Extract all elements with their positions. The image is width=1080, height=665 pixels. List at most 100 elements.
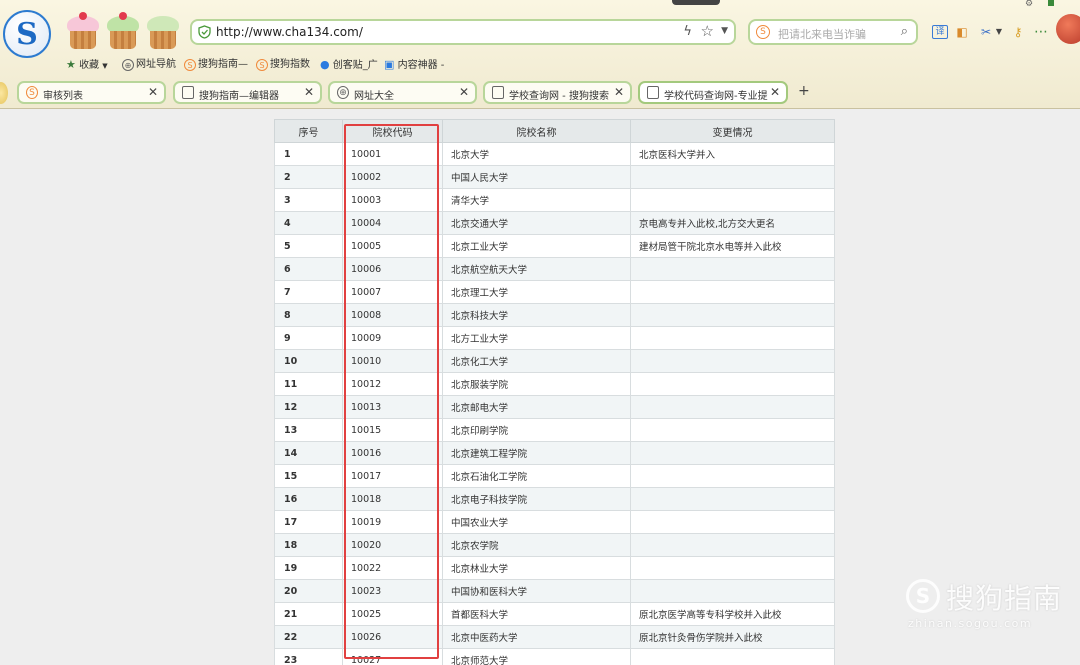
more-options-icon[interactable]: ⋯ bbox=[1033, 24, 1049, 40]
lightning-icon[interactable]: ϟ bbox=[683, 24, 692, 39]
row-index: 17 bbox=[274, 510, 343, 534]
bookmark-label: 搜狗指数 bbox=[270, 59, 310, 70]
row-index: 7 bbox=[274, 280, 343, 304]
bookmark-favorites[interactable]: ★ 收藏 ▼ bbox=[66, 57, 108, 74]
row-index: 3 bbox=[274, 188, 343, 212]
row-index: 2 bbox=[274, 165, 343, 189]
close-tab-icon[interactable]: ✕ bbox=[304, 85, 314, 99]
tab-label: 审核列表 bbox=[43, 91, 83, 102]
change-info-cell bbox=[630, 188, 835, 212]
sogou-guide-watermark: S 搜狗指南 zhinan.sogou.com bbox=[906, 573, 1076, 633]
school-code-cell: 10013 bbox=[342, 395, 443, 419]
change-info-cell bbox=[630, 441, 835, 465]
tab-school-search[interactable]: 学校查询网 - 搜狗搜索 ✕ bbox=[483, 81, 632, 104]
change-info-cell: 建材局管干院北京水电等并入此校 bbox=[630, 234, 835, 258]
address-url[interactable]: http://www.cha134.com/ bbox=[216, 25, 363, 39]
table-row: 16 10018 北京电子科技学院 bbox=[274, 487, 835, 511]
table-row: 5 10005 北京工业大学 建材局管干院北京水电等并入此校 bbox=[274, 234, 835, 258]
address-bar[interactable]: http://www.cha134.com/ ϟ ☆ ▼ bbox=[190, 19, 736, 45]
translate-icon[interactable]: 译 bbox=[932, 25, 948, 39]
chevron-down-icon: ▼ bbox=[102, 62, 108, 70]
school-code-cell: 10008 bbox=[342, 303, 443, 327]
key-icon[interactable]: ⚷ bbox=[1011, 24, 1025, 40]
school-name-cell: 首都医科大学 bbox=[442, 602, 631, 626]
table-row: 9 10009 北方工业大学 bbox=[274, 326, 835, 350]
sogou-watermark-icon: S bbox=[906, 579, 940, 613]
school-name-cell: 北京电子科技学院 bbox=[442, 487, 631, 511]
scissors-icon[interactable]: ✂ bbox=[979, 24, 993, 40]
school-name-cell: 北京交通大学 bbox=[442, 211, 631, 235]
gear-icon[interactable]: ⚙ bbox=[1022, 0, 1036, 9]
change-info-cell bbox=[630, 464, 835, 488]
tab-url-directory[interactable]: ⊕ 网址大全 ✕ bbox=[328, 81, 477, 104]
bookmark-nav[interactable]: ⊕ 网址导航 bbox=[122, 57, 176, 73]
table-row: 19 10022 北京林业大学 bbox=[274, 556, 835, 580]
watermark-text: 搜狗指南 bbox=[946, 582, 1063, 615]
search-placeholder[interactable]: 把请北来电当诈骗 bbox=[778, 26, 866, 42]
bookmark-chuangketie[interactable]: ● 创客贴_广 bbox=[320, 57, 378, 74]
school-code-cell: 10004 bbox=[342, 211, 443, 235]
row-index: 21 bbox=[274, 602, 343, 626]
school-code-cell: 10016 bbox=[342, 441, 443, 465]
search-box[interactable]: S 把请北来电当诈骗 ⌕ bbox=[748, 19, 918, 45]
close-tab-icon[interactable]: ✕ bbox=[459, 85, 469, 99]
bookmark-star-icon[interactable]: ☆ bbox=[701, 22, 714, 40]
row-index: 11 bbox=[274, 372, 343, 396]
school-name-cell: 北京中医药大学 bbox=[442, 625, 631, 649]
close-tab-icon[interactable]: ✕ bbox=[770, 85, 780, 99]
school-code-cell: 10012 bbox=[342, 372, 443, 396]
document-icon bbox=[492, 86, 504, 99]
bookmark-sogou-guide[interactable]: S 搜狗指南— bbox=[184, 57, 248, 73]
table-row: 7 10007 北京理工大学 bbox=[274, 280, 835, 304]
tab-strip: S 审核列表 ✕ 搜狗指南—编辑器 ✕ ⊕ 网址大全 ✕ 学校查询网 - 搜狗搜… bbox=[0, 81, 1080, 105]
change-info-cell: 原北京医学高等专科学校并入此校 bbox=[630, 602, 835, 626]
table-row: 21 10025 首都医科大学 原北京医学高等专科学校并入此校 bbox=[274, 602, 835, 626]
change-info-cell bbox=[630, 579, 835, 603]
document-icon bbox=[647, 86, 659, 99]
table-row: 23 10027 北京师范大学 bbox=[274, 648, 835, 665]
browser-chrome: S http://www.cha134.com/ ϟ ☆ ▼ S 把请北来电当诈… bbox=[0, 0, 1080, 109]
tab-review-list[interactable]: S 审核列表 ✕ bbox=[17, 81, 166, 104]
row-index: 6 bbox=[274, 257, 343, 281]
row-index: 18 bbox=[274, 533, 343, 557]
chevron-down-icon[interactable]: ▼ bbox=[995, 24, 1003, 40]
school-name-cell: 北京化工大学 bbox=[442, 349, 631, 373]
table-row: 2 10002 中国人民大学 bbox=[274, 165, 835, 189]
search-icon[interactable]: ⌕ bbox=[901, 24, 908, 39]
change-info-cell bbox=[630, 165, 835, 189]
bookmark-sogou-index[interactable]: S 搜狗指数 bbox=[256, 57, 310, 73]
tab-label: 搜狗指南—编辑器 bbox=[199, 91, 279, 102]
tab-label: 学校代码查询网-专业提供 bbox=[664, 91, 768, 102]
school-name-cell: 北京印刷学院 bbox=[442, 418, 631, 442]
tab-school-code-active[interactable]: 学校代码查询网-专业提供 ✕ bbox=[638, 81, 788, 104]
table-row: 8 10008 北京科技大学 bbox=[274, 303, 835, 327]
change-info-cell: 原北京针灸骨伤学院并入此校 bbox=[630, 625, 835, 649]
user-avatar[interactable] bbox=[1056, 14, 1080, 44]
extension-icon[interactable]: ◧ bbox=[955, 24, 969, 40]
tab-guide-editor[interactable]: 搜狗指南—编辑器 ✕ bbox=[173, 81, 322, 104]
new-tab-button[interactable]: + bbox=[798, 83, 810, 99]
globe-icon: ⊕ bbox=[122, 59, 134, 71]
school-name-cell: 北方工业大学 bbox=[442, 326, 631, 350]
chevron-down-icon[interactable]: ▼ bbox=[721, 26, 728, 36]
sogou-icon: S bbox=[256, 59, 268, 71]
watermark-url: zhinan.sogou.com bbox=[908, 617, 1033, 630]
change-info-cell bbox=[630, 418, 835, 442]
school-name-cell: 北京工业大学 bbox=[442, 234, 631, 258]
school-code-cell: 10005 bbox=[342, 234, 443, 258]
row-index: 20 bbox=[274, 579, 343, 603]
school-name-cell: 北京航空航天大学 bbox=[442, 257, 631, 281]
sogou-icon: S bbox=[26, 86, 38, 99]
row-index: 13 bbox=[274, 418, 343, 442]
sogou-browser-logo[interactable]: S bbox=[3, 10, 51, 58]
close-tab-icon[interactable]: ✕ bbox=[614, 85, 624, 99]
school-name-cell: 北京农学院 bbox=[442, 533, 631, 557]
bookmark-content-tool[interactable]: ▣ 内容神器 - bbox=[384, 57, 444, 74]
change-info-cell bbox=[630, 533, 835, 557]
change-info-cell bbox=[630, 648, 835, 665]
bookmark-label: 收藏 bbox=[79, 60, 100, 71]
close-tab-icon[interactable]: ✕ bbox=[148, 85, 158, 99]
school-name-cell: 北京林业大学 bbox=[442, 556, 631, 580]
school-code-table: 序号 院校代码 院校名称 变更情况 1 10001 北京大学 北京医科大学并入 2 100… bbox=[274, 119, 835, 665]
school-code-cell: 10003 bbox=[342, 188, 443, 212]
